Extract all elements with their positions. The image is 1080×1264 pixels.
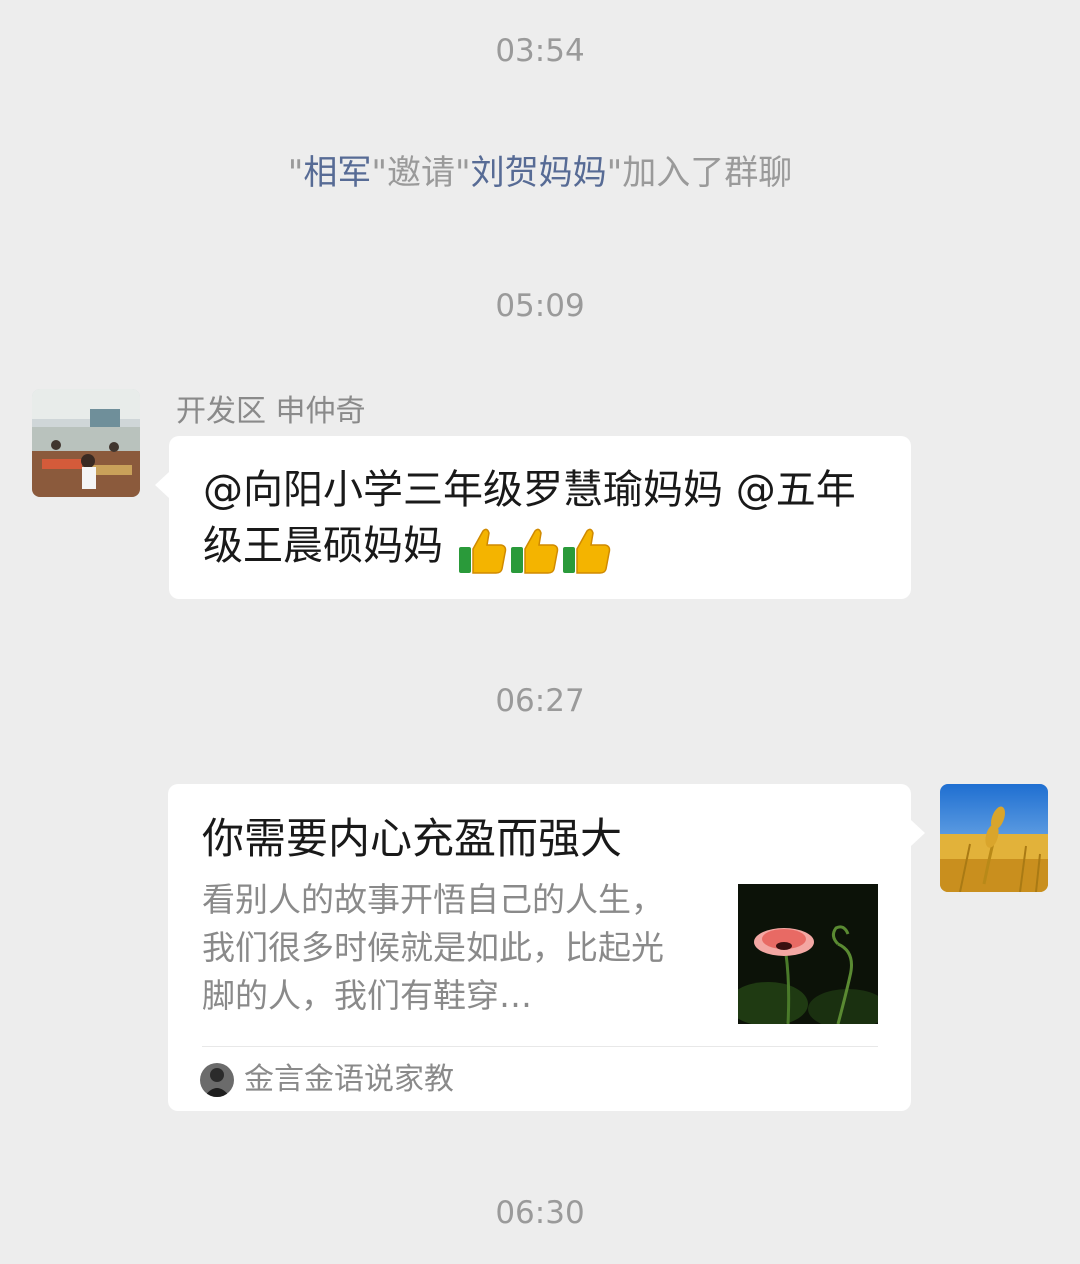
thumbs-up-icon xyxy=(561,525,613,575)
timestamp: 05:09 xyxy=(495,288,585,324)
invitee-name-link[interactable]: 刘贺妈妈 xyxy=(471,153,607,193)
source-account-icon xyxy=(200,1063,234,1097)
incoming-text-bubble[interactable]: @向阳小学三年级罗慧瑜妈妈 @五年级王晨硕妈妈 xyxy=(155,436,911,599)
timestamp: 06:30 xyxy=(495,1195,585,1231)
thumbs-up-icon xyxy=(509,525,561,575)
quote-mark: " xyxy=(287,153,304,193)
message-text-container: @向阳小学三年级罗慧瑜妈妈 @五年级王晨硕妈妈 xyxy=(203,462,893,576)
sender-name: 开发区 申仲奇 xyxy=(176,394,366,429)
article-description: 看别人的故事开悟自己的人生，我们很多时候就是如此，比起光脚的人，我们有鞋穿… xyxy=(202,880,664,1015)
card-divider xyxy=(202,1046,878,1047)
source-account-name: 金言金语说家教 xyxy=(244,1062,454,1097)
invite-connector-text: "邀请" xyxy=(371,153,471,193)
inviter-name-link[interactable]: 相军 xyxy=(303,153,371,193)
thumbs-up-icon xyxy=(457,525,509,575)
article-thumbnail-image xyxy=(738,884,878,1024)
shared-article-card[interactable]: 你需要内心充盈而强大 看别人的故事开悟自己的人生，我们很多时候就是如此，比起光脚… xyxy=(168,784,925,1111)
thumbs-up-emoji-group xyxy=(457,520,613,576)
sender-avatar[interactable] xyxy=(32,389,140,497)
timestamp: 06:27 xyxy=(495,683,585,719)
my-avatar[interactable] xyxy=(940,784,1048,892)
timestamp: 03:54 xyxy=(495,33,585,69)
system-message-invite: "相军"邀请"刘贺妈妈"加入了群聊 xyxy=(0,150,1080,196)
article-title: 你需要内心充盈而强大 xyxy=(202,814,623,863)
invite-tail-text: "加入了群聊 xyxy=(606,153,793,193)
